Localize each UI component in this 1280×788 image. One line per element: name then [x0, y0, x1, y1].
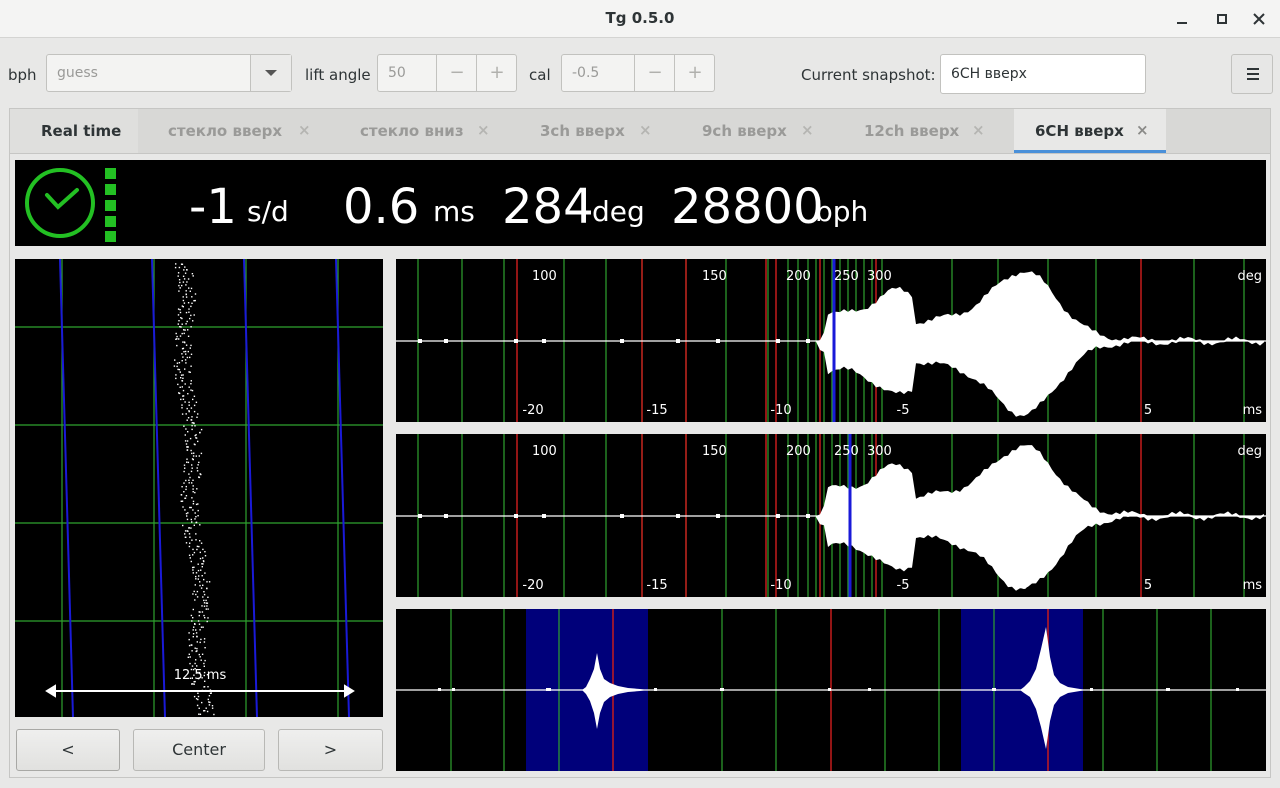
- period-waveform: [396, 609, 1266, 771]
- period-waveform-panel: [396, 609, 1266, 771]
- tab-label: 12ch вверх: [864, 122, 960, 140]
- deg-tick-label: 200: [786, 269, 811, 284]
- tab-label: стекло вверх: [168, 122, 283, 140]
- cal-spinner[interactable]: -0.5 − +: [561, 54, 715, 92]
- deg-tick-label: 300: [867, 444, 892, 459]
- cal-decrement-button[interactable]: −: [634, 55, 675, 91]
- title-bar: Tg 0.5.0: [0, 0, 1280, 38]
- close-icon[interactable]: [1249, 9, 1269, 29]
- ms-tick-label: -20: [522, 578, 543, 593]
- tab-6ch-vverh[interactable]: 6CH вверх ×: [1014, 109, 1166, 153]
- readout-panel: -1 s/d 0.6 ms 284 deg 28800 bph: [15, 160, 1266, 246]
- ms-tick-label: 0: [1020, 403, 1028, 418]
- tab-close-icon[interactable]: ×: [639, 121, 652, 139]
- lift-angle-decrement-button[interactable]: −: [436, 55, 477, 91]
- center-button[interactable]: Center: [133, 729, 265, 771]
- cal-label: cal: [529, 66, 551, 84]
- ms-tick-label: -10: [770, 403, 791, 418]
- cal-increment-button[interactable]: +: [674, 55, 715, 91]
- tab-label: 3ch вверх: [540, 122, 625, 140]
- toc-waveform: 100 150 200 250 300 deg -20 -15 -10 -5 0 5 ms: [396, 434, 1266, 597]
- tab-close-icon[interactable]: ×: [1136, 121, 1149, 139]
- tab-label: 6CH вверх: [1035, 122, 1124, 140]
- snapshot-label: Current snapshot:: [801, 66, 936, 84]
- beat-error-value: 0.6: [343, 179, 420, 235]
- ms-tick-label: 5: [1144, 578, 1152, 593]
- ms-tick-label: -5: [897, 578, 910, 593]
- lift-angle-label: lift angle: [305, 66, 371, 84]
- lift-angle-increment-button[interactable]: +: [476, 55, 517, 91]
- tic-waveform: 100 150 200 250 300 deg -20 -15 -10 -5 0 5 ms: [396, 259, 1266, 422]
- menu-button[interactable]: [1231, 54, 1273, 94]
- deg-tick-label: 150: [702, 269, 727, 284]
- bph-combo[interactable]: guess: [46, 54, 292, 92]
- chevron-down-icon: [265, 70, 277, 76]
- deg-tick-label: 300: [867, 269, 892, 284]
- deg-tick-label: 100: [532, 444, 557, 459]
- ms-tick-label: -15: [646, 403, 667, 418]
- window-title: Tg 0.5.0: [605, 9, 675, 27]
- beat-error-unit: ms: [433, 195, 475, 228]
- tab-close-icon[interactable]: ×: [477, 121, 490, 139]
- bph-label: bph: [8, 66, 37, 84]
- deg-tick-label: 200: [786, 444, 811, 459]
- active-tab-indicator: [1014, 150, 1166, 153]
- ms-tick-label: -15: [646, 578, 667, 593]
- amplitude-unit: deg: [592, 195, 645, 228]
- cal-value: -0.5: [572, 65, 600, 81]
- paperstrip-panel: 12.5 ms: [15, 258, 383, 718]
- tab-bar: Real time стекло вверх × стекло вниз × 3…: [10, 109, 1270, 154]
- clock-icon: [25, 168, 116, 242]
- tab-steklo-vniz[interactable]: стекло вниз ×: [318, 109, 498, 153]
- tab-close-icon[interactable]: ×: [298, 121, 311, 139]
- amplitude-value: 284: [502, 179, 594, 235]
- lift-angle-spinner[interactable]: 50 − +: [377, 54, 517, 92]
- deg-tick-label: 100: [532, 269, 557, 284]
- tab-close-icon[interactable]: ×: [972, 121, 985, 139]
- toc-waveform-panel: 100 150 200 250 300 deg -20 -15 -10 -5 0 5 ms: [396, 434, 1266, 597]
- ms-tick-label: 0: [1020, 578, 1028, 593]
- minimize-icon[interactable]: [1172, 9, 1192, 29]
- bph-dropdown-button[interactable]: [250, 55, 291, 91]
- next-button[interactable]: >: [278, 729, 383, 771]
- snapshot-name-value: 6CH вверх: [951, 66, 1027, 82]
- tab-label: стекло вниз: [360, 122, 464, 140]
- ms-unit-label: ms: [1243, 403, 1263, 418]
- deg-unit-label: deg: [1237, 269, 1262, 284]
- bph-combo-value: guess: [57, 65, 98, 81]
- tab-label: 9ch вверх: [702, 122, 787, 140]
- ms-tick-label: -5: [897, 403, 910, 418]
- hamburger-icon: [1247, 68, 1259, 80]
- tab-real-time[interactable]: Real time: [10, 109, 138, 153]
- toolbar: bph guess lift angle 50 − + cal -0.5 − +…: [0, 38, 1280, 108]
- tab-9ch-vverh[interactable]: 9ch вверх ×: [658, 109, 822, 153]
- ms-tick-label: 5: [1144, 403, 1152, 418]
- tic-waveform-panel: 100 150 200 250 300 deg -20 -15 -10 -5 0 5 ms: [396, 259, 1266, 422]
- snapshot-name-input[interactable]: 6CH вверх: [940, 54, 1146, 94]
- paperstrip-scale-label: 12.5 ms: [174, 668, 227, 683]
- bph-readout-value: 28800: [671, 179, 824, 235]
- rate-value: -1: [189, 179, 237, 235]
- tab-12ch-vverh[interactable]: 12ch вверх ×: [822, 109, 1014, 153]
- deg-tick-label: 250: [834, 444, 859, 459]
- deg-tick-label: 250: [834, 269, 859, 284]
- tab-steklo-vverh[interactable]: стекло вверх ×: [138, 109, 318, 153]
- tab-close-icon[interactable]: ×: [801, 121, 814, 139]
- deg-tick-label: 150: [702, 444, 727, 459]
- rate-unit: s/d: [247, 195, 289, 228]
- maximize-icon[interactable]: [1212, 9, 1232, 29]
- tab-label: Real time: [41, 122, 122, 140]
- lift-angle-value: 50: [388, 65, 406, 81]
- paperstrip-chart: 12.5 ms: [15, 258, 383, 718]
- ms-tick-label: -20: [522, 403, 543, 418]
- previous-button[interactable]: <: [16, 729, 120, 771]
- paperstrip-dots: [173, 263, 215, 716]
- tab-3ch-vverh[interactable]: 3ch вверх ×: [498, 109, 658, 153]
- deg-unit-label: deg: [1237, 444, 1262, 459]
- bph-readout-unit: bph: [815, 195, 869, 228]
- ms-unit-label: ms: [1243, 578, 1263, 593]
- ms-tick-label: -10: [770, 578, 791, 593]
